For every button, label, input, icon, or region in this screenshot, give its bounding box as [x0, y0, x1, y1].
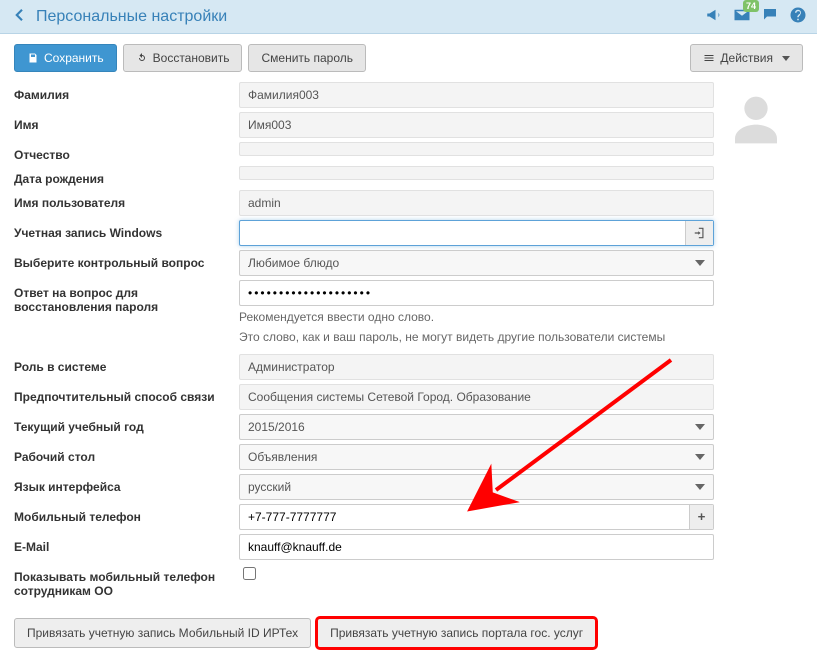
actions-label: Действия — [720, 51, 773, 65]
firstname-label: Имя — [14, 112, 239, 132]
toolbar: Сохранить Восстановить Сменить пароль Де… — [0, 34, 817, 82]
role-value: Администратор — [239, 354, 714, 380]
school-year-label: Текущий учебный год — [14, 414, 239, 434]
chevron-down-icon — [782, 56, 790, 61]
chat-icon[interactable] — [761, 6, 779, 27]
firstname-value: Имя003 — [239, 112, 714, 138]
save-icon — [27, 52, 39, 64]
security-question-value: Любимое блюдо — [248, 256, 339, 270]
login-arrow-icon — [693, 226, 707, 240]
desktop-value: Объявления — [248, 450, 317, 464]
birthdate-value — [239, 166, 714, 180]
page-header: Персональные настройки 74 — [0, 0, 817, 34]
security-question-label: Выберите контрольный вопрос — [14, 250, 239, 270]
help-icon[interactable] — [789, 6, 807, 27]
security-answer-input[interactable] — [239, 280, 714, 306]
patronymic-label: Отчество — [14, 142, 239, 162]
lastname-label: Фамилия — [14, 82, 239, 102]
email-label: E-Mail — [14, 534, 239, 554]
hint-line-2: Это слово, как и ваш пароль, не могут ви… — [239, 329, 714, 346]
mobile-label: Мобильный телефон — [14, 504, 239, 524]
link-gosuslugi-button[interactable]: Привязать учетную запись портала гос. ус… — [317, 618, 596, 648]
refresh-icon — [136, 52, 148, 64]
bottom-button-row: Привязать учетную запись Мобильный ID ИР… — [0, 618, 817, 666]
security-question-select[interactable]: Любимое блюдо — [239, 250, 714, 276]
avatar — [728, 92, 784, 148]
lastname-value: Фамилия003 — [239, 82, 714, 108]
contact-label: Предпочтительный способ связи — [14, 384, 239, 404]
patronymic-value — [239, 142, 714, 156]
windows-account-label: Учетная запись Windows — [14, 220, 239, 240]
security-answer-label: Ответ на вопрос для восстановления парол… — [14, 280, 239, 314]
username-label: Имя пользователя — [14, 190, 239, 210]
show-mobile-label: Показывать мобильный телефон сотрудникам… — [14, 564, 239, 598]
show-mobile-checkbox[interactable] — [243, 567, 256, 580]
save-button[interactable]: Сохранить — [14, 44, 117, 72]
link-irtech-label: Привязать учетную запись Мобильный ID ИР… — [27, 626, 298, 640]
actions-button[interactable]: Действия — [690, 44, 803, 72]
desktop-select[interactable]: Объявления — [239, 444, 714, 470]
language-value: русский — [248, 480, 291, 494]
desktop-label: Рабочий стол — [14, 444, 239, 464]
windows-account-input[interactable] — [239, 220, 714, 246]
mail-icon[interactable]: 74 — [733, 6, 751, 27]
megaphone-icon[interactable] — [705, 6, 723, 27]
back-icon[interactable] — [10, 6, 28, 27]
restore-button[interactable]: Восстановить — [123, 44, 243, 72]
language-select[interactable]: русский — [239, 474, 714, 500]
email-input[interactable] — [239, 534, 714, 560]
mobile-input[interactable] — [239, 504, 714, 530]
save-label: Сохранить — [44, 51, 104, 65]
contact-value: Сообщения системы Сетевой Город. Образов… — [239, 384, 714, 410]
school-year-value: 2015/2016 — [248, 420, 305, 434]
link-irtech-button[interactable]: Привязать учетную запись Мобильный ID ИР… — [14, 618, 311, 648]
restore-label: Восстановить — [153, 51, 230, 65]
menu-icon — [703, 52, 715, 64]
login-lookup-button[interactable] — [685, 221, 713, 245]
birthdate-label: Дата рождения — [14, 166, 239, 186]
mail-badge: 74 — [743, 0, 759, 12]
link-gosuslugi-label: Привязать учетную запись портала гос. ус… — [330, 626, 583, 640]
school-year-select[interactable]: 2015/2016 — [239, 414, 714, 440]
username-value: admin — [239, 190, 714, 216]
add-phone-button[interactable]: + — [689, 505, 713, 529]
change-password-button[interactable]: Сменить пароль — [248, 44, 366, 72]
hint-line-1: Рекомендуется ввести одно слово. — [239, 309, 714, 326]
page-title: Персональные настройки — [36, 8, 227, 26]
language-label: Язык интерфейса — [14, 474, 239, 494]
change-password-label: Сменить пароль — [261, 51, 353, 65]
role-label: Роль в системе — [14, 354, 239, 374]
